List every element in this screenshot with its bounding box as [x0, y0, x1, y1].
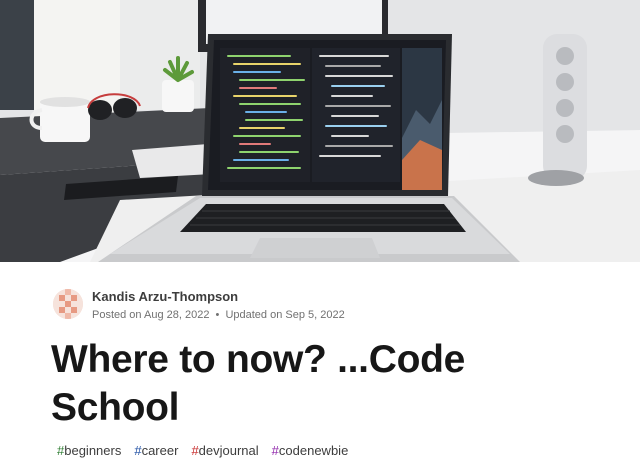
author-row: Kandis Arzu-Thompson Posted on Aug 28, 2… [53, 288, 345, 322]
tag-hash: # [271, 443, 279, 458]
tag-career[interactable]: #career [134, 443, 178, 458]
tag-label: career [141, 443, 179, 458]
cover-image [0, 0, 640, 262]
author-text: Kandis Arzu-Thompson Posted on Aug 28, 2… [92, 288, 345, 322]
tag-hash: # [134, 443, 142, 458]
cover-photo-illustration [0, 0, 640, 262]
date-separator: • [215, 309, 220, 321]
tag-label: codenewbie [278, 443, 349, 458]
article-title: Where to now? ...Code School [51, 338, 466, 429]
tag-list: #beginners #career #devjournal #codenewb… [57, 443, 348, 458]
posted-label: Posted on [92, 309, 142, 321]
post-dates: Posted on Aug 28, 2022 • Updated on Sep … [92, 308, 345, 322]
plant-pot-shape [162, 80, 194, 112]
tag-devjournal[interactable]: #devjournal [191, 443, 258, 458]
tag-beginners[interactable]: #beginners [57, 443, 121, 458]
tag-hash: # [191, 443, 199, 458]
updated-label: Updated on [225, 309, 283, 321]
tag-label: beginners [64, 443, 122, 458]
author-name-link[interactable]: Kandis Arzu-Thompson [92, 289, 345, 305]
tag-label: devjournal [198, 443, 259, 458]
posted-date[interactable]: Aug 28, 2022 [144, 309, 209, 321]
avatar-pattern-icon [53, 289, 83, 319]
author-avatar[interactable] [53, 289, 83, 319]
tag-codenewbie[interactable]: #codenewbie [272, 443, 349, 458]
updated-date[interactable]: Sep 5, 2022 [285, 309, 344, 321]
